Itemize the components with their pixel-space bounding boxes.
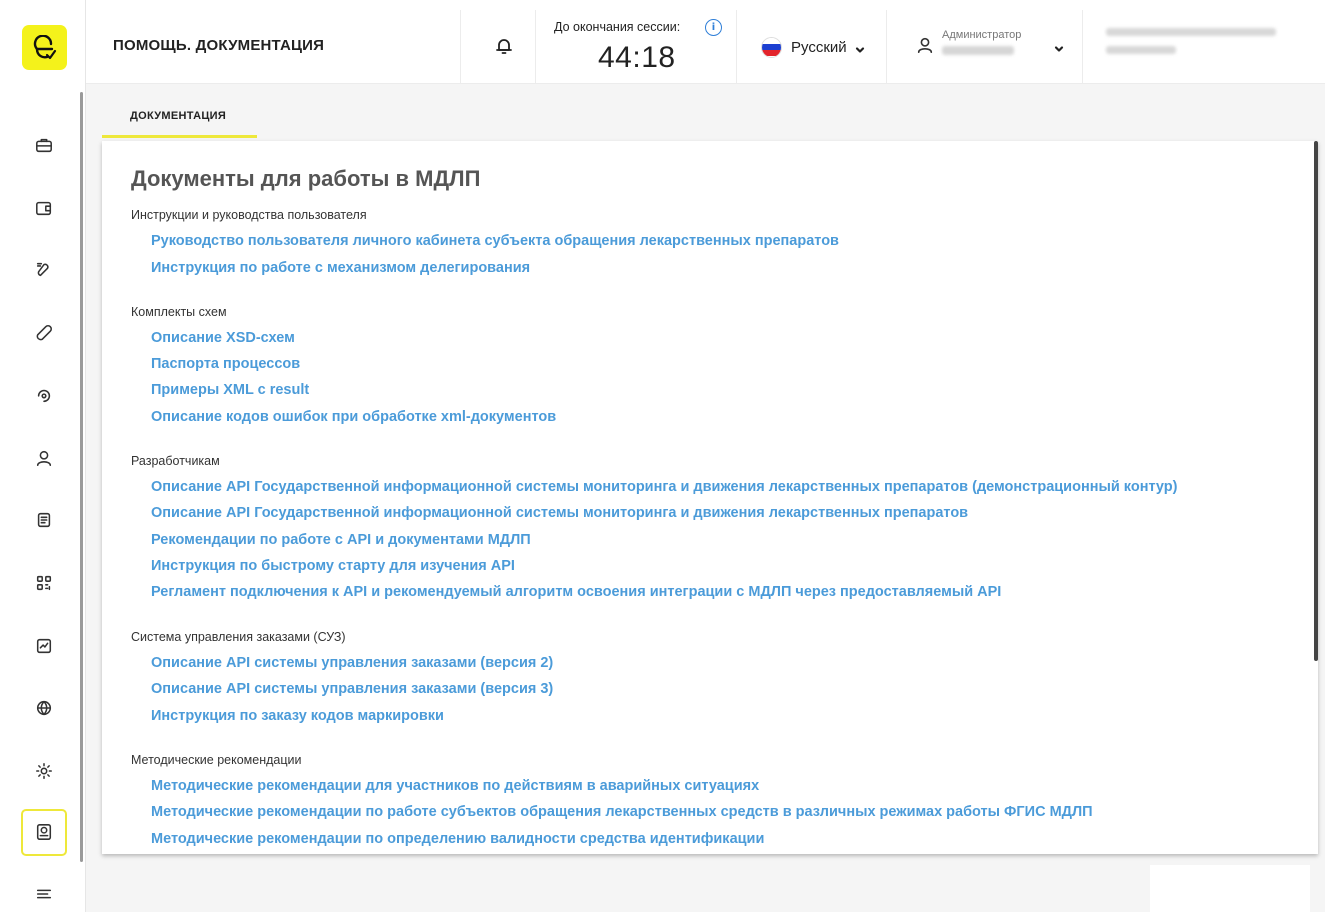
user-role: Администратор [942,29,1022,41]
wallet-icon[interactable] [34,198,54,218]
document-link[interactable]: Примеры XML с result [151,382,309,398]
header-divider [736,10,737,84]
pills-icon[interactable] [34,260,54,280]
document-link[interactable]: Описание API системы управления заказами… [151,655,553,671]
user-name-redacted [942,46,1014,55]
section-title: Методические рекомендации [131,753,302,767]
header: ПОМОЩЬ. ДОКУМЕНТАЦИЯ До окончания сессии… [86,0,1325,84]
document-link[interactable]: Инструкция по заказу кодов маркировки [151,708,444,724]
document-link[interactable]: Рекомендации по работе с API и документа… [151,532,531,548]
section-title: Комплекты схем [131,305,227,319]
bell-icon[interactable] [494,36,514,56]
sidebar [0,0,86,912]
documents-title: Документы для работы в МДЛП [131,166,481,191]
document-link[interactable]: Описание кодов ошибок при обработке xml-… [151,409,556,425]
circular-arrow-icon[interactable] [34,385,54,405]
session-timer: 44:18 [598,41,676,74]
chevron-down-icon [855,42,865,53]
document-link[interactable]: Описание API системы управления заказами… [151,681,553,697]
user-icon [916,36,934,54]
qr-code-icon[interactable] [34,573,54,593]
document-link[interactable]: Паспорта процессов [151,356,300,372]
logo-icon [33,34,56,59]
capsule-icon[interactable] [34,323,54,343]
document-link[interactable]: Инструкция по работе с механизмом делеги… [151,260,530,276]
tab-active-indicator [102,135,257,138]
document-link[interactable]: Описание XSD-схем [151,330,295,346]
globe-icon[interactable] [34,698,54,718]
user-icon[interactable] [34,448,54,468]
tab-label: ДОКУМЕНТАЦИЯ [130,110,227,122]
section-title: Разработчикам [131,454,220,468]
info-icon[interactable]: i [705,19,722,36]
menu-icon[interactable] [34,884,54,904]
header-divider [1082,10,1083,84]
sidebar-scrollbar[interactable] [80,92,83,862]
chevron-down-icon [1054,41,1064,52]
documents-card: Документы для работы в МДЛП Инструкции и… [102,141,1318,854]
document-link[interactable]: Методические рекомендации для участников… [151,778,759,794]
language-selector[interactable]: Русский [761,36,865,58]
page-title: ПОМОЩЬ. ДОКУМЕНТАЦИЯ [113,37,325,54]
help-book-icon[interactable] [34,822,54,842]
russia-flag-icon [761,36,782,58]
document-list-icon[interactable] [34,510,54,530]
document-link[interactable]: Описание API Государственной информацион… [151,505,968,521]
section-title: Система управления заказами (СУЗ) [131,630,346,644]
language-label: Русский [791,38,847,56]
document-link[interactable]: Методические рекомендации по определению… [151,831,764,847]
chart-icon[interactable] [34,636,54,656]
briefcase-icon[interactable] [34,135,54,155]
content-scrollbar[interactable] [1314,141,1318,661]
document-link[interactable]: Инструкция по быстрому старту для изучен… [151,558,515,574]
header-divider [460,10,461,84]
document-link[interactable]: Описание API Государственной информацион… [151,479,1177,495]
document-link[interactable]: Методические рекомендации по работе субъ… [151,804,1093,820]
settings-icon[interactable] [34,761,54,781]
footer-area [1150,865,1310,912]
organization-redacted [1106,28,1286,64]
logo-button[interactable] [22,25,67,70]
header-divider [535,10,536,84]
section-title: Инструкции и руководства пользователя [131,208,367,222]
tab-documentation[interactable]: ДОКУМЕНТАЦИЯ [102,100,257,138]
document-link[interactable]: Руководство пользователя личного кабинет… [151,233,839,249]
document-link[interactable]: Регламент подключения к API и рекомендуе… [151,584,1001,600]
user-menu[interactable]: Администратор [916,24,1066,68]
session-label: До окончания сессии: [554,20,681,34]
header-divider [886,10,887,84]
